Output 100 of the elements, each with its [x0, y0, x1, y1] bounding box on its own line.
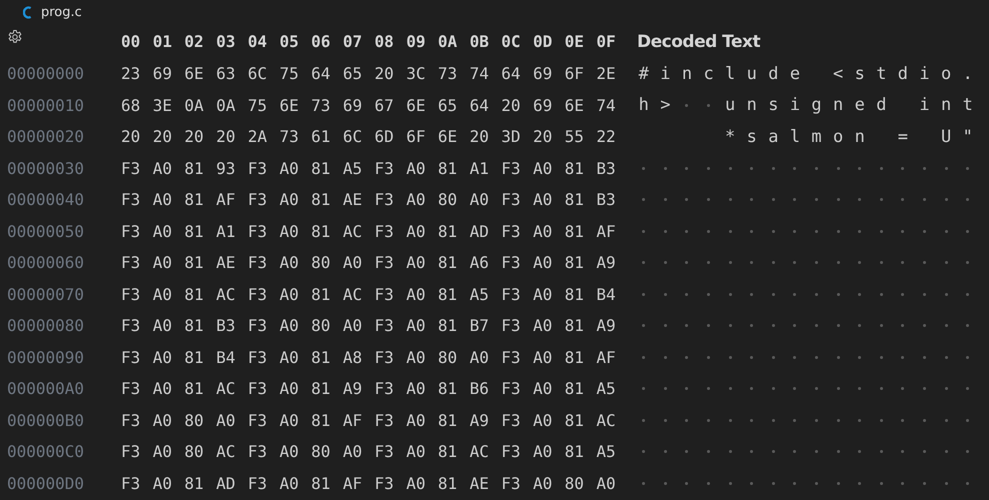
hex-byte[interactable]: 81: [184, 379, 216, 398]
hex-byte[interactable]: F3: [374, 253, 406, 272]
hex-byte[interactable]: 80: [311, 442, 343, 462]
hex-byte[interactable]: A0: [406, 158, 438, 178]
hex-byte[interactable]: 64: [501, 64, 533, 84]
hex-byte[interactable]: 81: [311, 474, 343, 493]
decoded-char[interactable]: s: [848, 62, 871, 85]
hex-byte[interactable]: F3: [121, 253, 153, 272]
hex-byte[interactable]: 81: [564, 190, 596, 210]
hex-byte[interactable]: 81: [564, 348, 596, 367]
hex-byte[interactable]: A0: [532, 222, 565, 241]
decoded-char[interactable]: =: [892, 126, 914, 148]
hex-byte[interactable]: A0: [152, 474, 184, 493]
hex-byte[interactable]: 81: [184, 474, 216, 493]
hex-byte[interactable]: A6: [470, 253, 502, 272]
hex-byte[interactable]: 81: [564, 253, 596, 272]
hex-byte[interactable]: 81: [311, 410, 343, 430]
decoded-char[interactable]: d: [762, 62, 784, 85]
decoded-char[interactable]: l: [719, 62, 741, 85]
hex-byte[interactable]: AE: [342, 190, 374, 210]
hex-byte[interactable]: 73: [279, 127, 312, 146]
hex-byte[interactable]: F3: [248, 348, 280, 367]
hex-byte[interactable]: F3: [501, 284, 533, 304]
hex-byte[interactable]: F3: [501, 190, 533, 210]
hex-byte[interactable]: 81: [311, 222, 343, 241]
hex-byte[interactable]: 64: [311, 64, 343, 84]
hex-byte[interactable]: F3: [374, 316, 406, 336]
hex-byte[interactable]: 80: [311, 316, 343, 336]
decoded-char[interactable]: n: [935, 94, 957, 116]
hex-byte[interactable]: A0: [279, 410, 312, 430]
decoded-char[interactable]: h: [633, 94, 655, 116]
decoded-char[interactable]: n: [827, 94, 849, 116]
hex-byte[interactable]: F3: [248, 474, 280, 493]
hex-byte[interactable]: 6E: [438, 127, 470, 146]
hex-byte[interactable]: 0A: [216, 96, 248, 115]
hex-byte[interactable]: A0: [342, 253, 374, 272]
decoded-char[interactable]: o: [827, 126, 849, 148]
hex-byte[interactable]: A0: [152, 284, 184, 304]
hex-byte[interactable]: 3D: [501, 127, 533, 146]
hex-byte[interactable]: A0: [279, 348, 312, 367]
hex-byte[interactable]: A0: [406, 379, 438, 398]
hex-byte[interactable]: A0: [279, 158, 312, 178]
decoded-char[interactable]: i: [784, 94, 806, 116]
hex-byte[interactable]: F3: [374, 410, 406, 430]
decoded-char[interactable]: c: [698, 62, 720, 85]
hex-byte[interactable]: B4: [596, 284, 628, 304]
hex-byte[interactable]: F3: [248, 410, 280, 430]
hex-byte[interactable]: A0: [152, 158, 184, 178]
hex-byte[interactable]: A0: [152, 442, 184, 462]
hex-byte[interactable]: 81: [311, 284, 343, 304]
hex-byte[interactable]: 81: [564, 410, 596, 430]
hex-byte[interactable]: B6: [470, 379, 502, 398]
hex-byte[interactable]: AD: [470, 222, 502, 241]
decoded-char[interactable]: t: [870, 62, 892, 85]
hex-byte[interactable]: 80: [311, 253, 343, 272]
hex-byte[interactable]: 6E: [279, 96, 312, 115]
hex-byte[interactable]: F3: [248, 222, 280, 241]
hex-byte[interactable]: A0: [532, 253, 565, 272]
hex-byte[interactable]: 80: [564, 474, 596, 493]
hex-byte[interactable]: A5: [596, 442, 628, 462]
hex-byte[interactable]: 3C: [406, 64, 438, 84]
decoded-char[interactable]: i: [914, 94, 936, 116]
hex-byte[interactable]: A0: [406, 284, 438, 304]
hex-byte[interactable]: 6E: [406, 96, 438, 115]
hex-byte[interactable]: B3: [216, 316, 248, 336]
hex-byte[interactable]: 20: [470, 127, 502, 146]
hex-byte[interactable]: F3: [374, 379, 406, 398]
hex-byte[interactable]: 80: [184, 442, 216, 462]
hex-byte[interactable]: F3: [121, 474, 153, 493]
hex-byte[interactable]: AC: [342, 222, 374, 241]
hex-byte[interactable]: A0: [279, 379, 312, 398]
hex-byte[interactable]: A0: [406, 190, 438, 210]
hex-byte[interactable]: 81: [184, 253, 216, 272]
hex-byte[interactable]: 6E: [564, 96, 596, 115]
hex-byte[interactable]: 68: [121, 96, 153, 115]
hex-byte[interactable]: A0: [279, 190, 312, 210]
hex-byte[interactable]: A1: [216, 222, 248, 241]
hex-byte[interactable]: 75: [279, 64, 312, 84]
decoded-char[interactable]: <: [827, 62, 849, 85]
hex-byte[interactable]: 6C: [248, 64, 280, 84]
hex-byte[interactable]: F3: [121, 222, 153, 241]
hex-byte[interactable]: 81: [564, 379, 596, 398]
decoded-char[interactable]: u: [719, 94, 741, 116]
hex-byte[interactable]: 81: [438, 474, 470, 493]
hex-byte[interactable]: 93: [216, 158, 248, 178]
hex-byte[interactable]: 69: [152, 64, 184, 84]
hex-byte[interactable]: F3: [121, 158, 153, 178]
hex-byte[interactable]: 65: [438, 96, 470, 115]
hex-byte[interactable]: F3: [501, 158, 533, 178]
hex-byte[interactable]: B3: [596, 190, 628, 210]
hex-byte[interactable]: 20: [152, 127, 184, 146]
decoded-char[interactable]: g: [806, 94, 828, 116]
hex-byte[interactable]: 63: [216, 64, 248, 84]
hex-byte[interactable]: A0: [406, 348, 438, 367]
hex-byte[interactable]: 81: [564, 316, 596, 336]
hex-byte[interactable]: 69: [532, 64, 565, 84]
hex-byte[interactable]: A9: [596, 316, 628, 336]
hex-byte[interactable]: A9: [596, 253, 628, 272]
hex-byte[interactable]: 81: [184, 190, 216, 210]
hex-byte[interactable]: A0: [216, 410, 248, 430]
